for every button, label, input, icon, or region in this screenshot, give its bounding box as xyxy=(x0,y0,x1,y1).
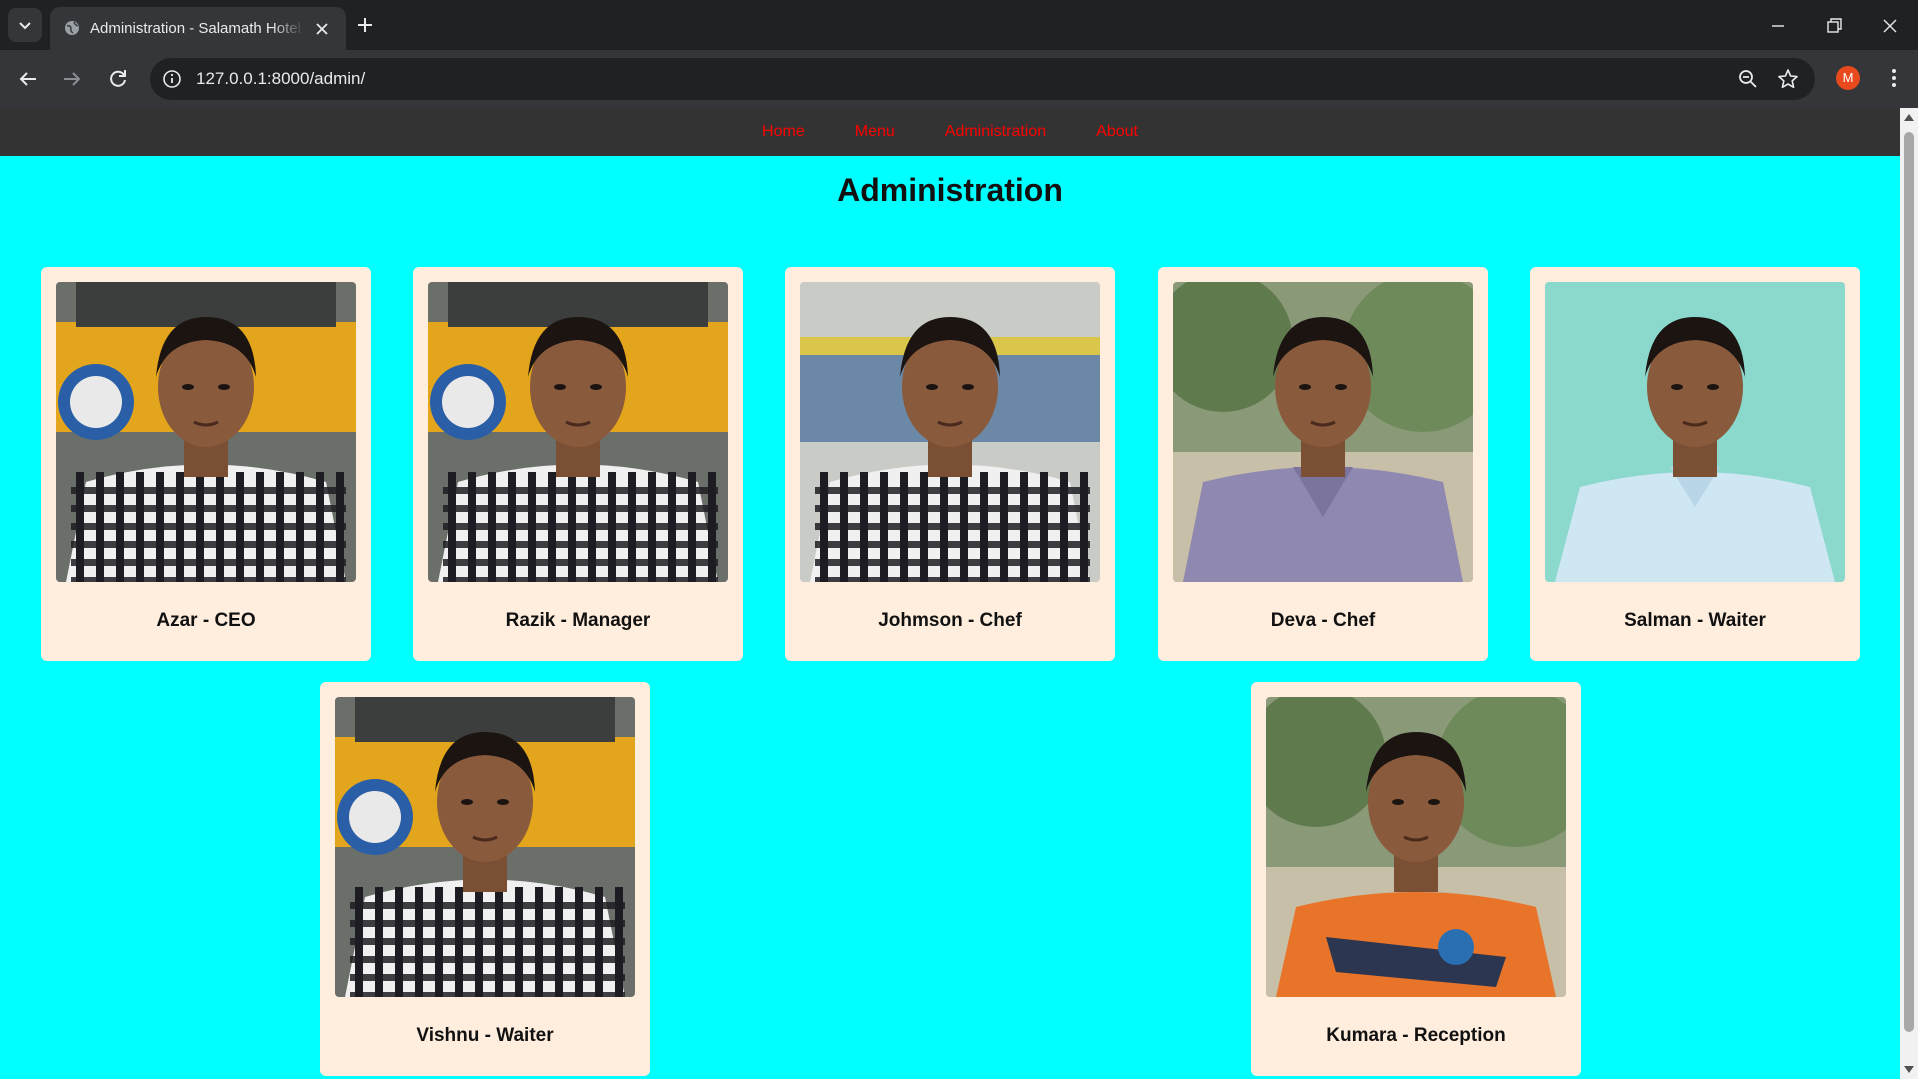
staff-caption: Azar - CEO xyxy=(156,610,256,631)
staff-photo xyxy=(1545,282,1845,582)
browser-tab-bar: Administration - Salamath Hotel xyxy=(0,0,1918,50)
page-title: Administration xyxy=(837,172,1063,208)
profile-avatar[interactable]: M xyxy=(1836,66,1860,90)
staff-caption: Salman - Waiter xyxy=(1624,610,1766,631)
staff-caption: Vishnu - Waiter xyxy=(416,1025,554,1046)
minimize-icon[interactable] xyxy=(1766,14,1790,38)
browser-toolbar: 127.0.0.1:8000/admin/ M xyxy=(0,50,1918,108)
address-bar[interactable]: 127.0.0.1:8000/admin/ xyxy=(150,58,1815,100)
staff-caption: Razik - Manager xyxy=(505,610,651,631)
scroll-down-arrow-icon[interactable] xyxy=(1904,1066,1914,1073)
back-arrow-icon[interactable] xyxy=(16,67,40,91)
staff-photo xyxy=(428,282,728,582)
close-icon[interactable] xyxy=(314,21,330,37)
page-scrollbar[interactable] xyxy=(1900,108,1918,1079)
globe-icon xyxy=(65,21,79,35)
nav-link-about[interactable]: About xyxy=(1071,108,1163,156)
staff-photo xyxy=(800,282,1100,582)
tab-title: Administration - Salamath Hotel xyxy=(90,20,301,37)
staff-card: Razik - Manager xyxy=(413,267,743,661)
staff-photo xyxy=(56,282,356,582)
staff-card: Deva - Chef xyxy=(1158,267,1488,661)
staff-card: Vishnu - Waiter xyxy=(320,682,650,1076)
reload-icon[interactable] xyxy=(106,67,130,91)
forward-arrow-icon[interactable] xyxy=(60,67,84,91)
browser-tab[interactable]: Administration - Salamath Hotel xyxy=(50,7,346,50)
site-navbar: Home Menu Administration About xyxy=(0,108,1900,156)
bookmark-star-icon[interactable] xyxy=(1777,68,1799,90)
zoom-icon[interactable] xyxy=(1737,68,1759,90)
more-menu-icon[interactable] xyxy=(1882,66,1906,90)
info-icon[interactable] xyxy=(162,69,182,89)
nav-link-administration[interactable]: Administration xyxy=(920,108,1071,156)
staff-card: Johmson - Chef xyxy=(785,267,1115,661)
staff-caption: Johmson - Chef xyxy=(878,610,1022,631)
staff-caption: Deva - Chef xyxy=(1270,610,1376,631)
window-close-icon[interactable] xyxy=(1878,14,1902,38)
staff-caption: Kumara - Reception xyxy=(1326,1025,1506,1046)
scroll-up-arrow-icon[interactable] xyxy=(1904,114,1914,121)
nav-link-menu[interactable]: Menu xyxy=(830,108,920,156)
url-text[interactable]: 127.0.0.1:8000/admin/ xyxy=(196,69,365,89)
nav-link-home[interactable]: Home xyxy=(737,108,830,156)
tab-search-button[interactable] xyxy=(8,8,42,42)
staff-card: Salman - Waiter xyxy=(1530,267,1860,661)
scrollbar-thumb[interactable] xyxy=(1904,132,1914,1032)
new-tab-icon[interactable] xyxy=(353,13,377,37)
staff-card: Kumara - Reception xyxy=(1251,682,1581,1076)
chevron-down-icon xyxy=(19,22,31,30)
staff-photo xyxy=(1266,697,1566,997)
restore-icon[interactable] xyxy=(1822,14,1846,38)
staff-photo xyxy=(335,697,635,997)
staff-card: Azar - CEO xyxy=(41,267,371,661)
staff-photo xyxy=(1173,282,1473,582)
